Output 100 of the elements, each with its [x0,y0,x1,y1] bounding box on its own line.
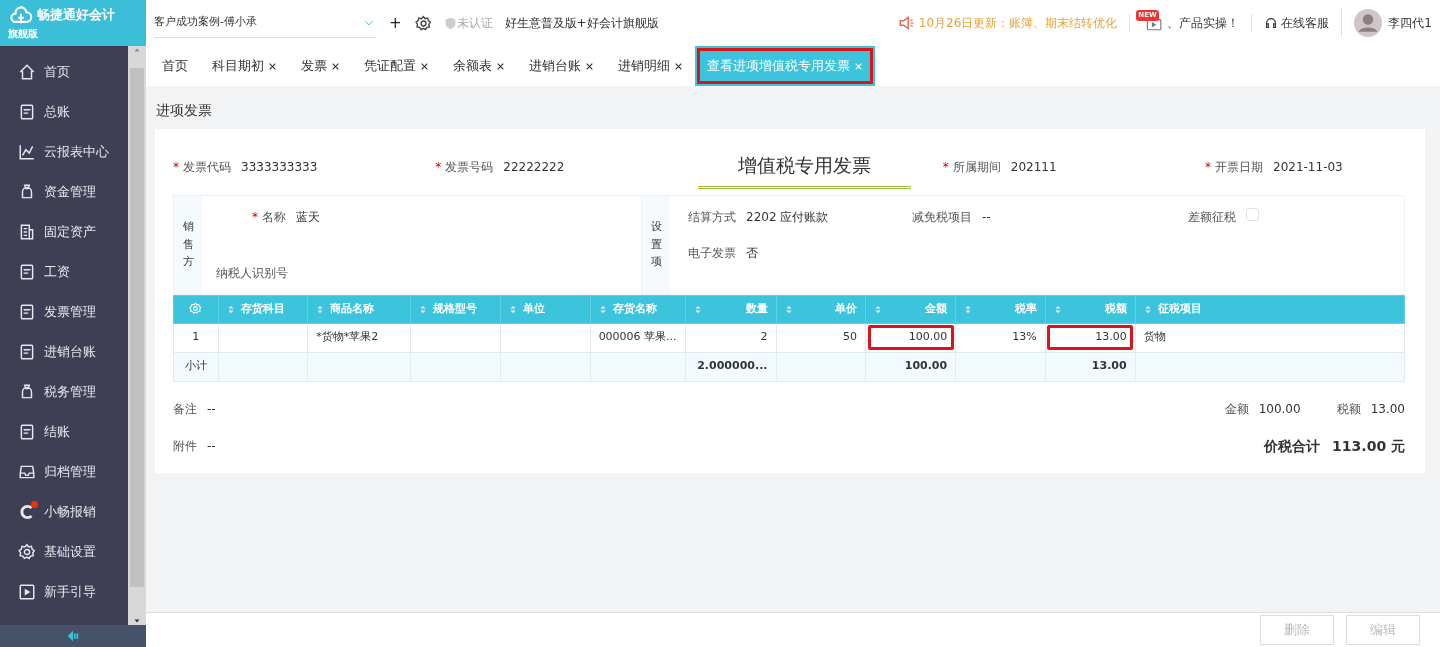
field-value: 2021-11-03 [1273,158,1343,176]
table-cell: 货物 [1135,323,1405,352]
field-label: 附件 [173,438,197,455]
cloud-logo-icon [8,4,34,26]
sort-icon[interactable] [964,303,973,315]
close-icon[interactable] [420,61,429,71]
field-value: 100.00 [1258,400,1301,418]
field-value: 3333333333 [241,158,318,176]
table-cell: *货物*苹果2 [307,323,411,352]
close-icon[interactable] [496,61,505,71]
building-icon [18,223,36,241]
table-cell: 13.00 [1091,359,1127,373]
table-cell: 1 [173,323,219,352]
document-icon [18,423,36,441]
chart-icon [18,143,36,161]
field-label: 纳税人识别号 [216,264,289,282]
home-icon [18,63,36,81]
sidebar-item[interactable]: 结账 [0,412,128,452]
scrollbar[interactable] [128,46,146,625]
field-value: 蓝天 [296,208,320,226]
sidebar-item[interactable]: 首页 [0,52,128,92]
table-cell: 100.00 [904,359,948,373]
sidebar-item[interactable]: 税务管理 [0,372,128,412]
video-icon [18,583,36,601]
field-label: 开票日期 [1215,158,1263,176]
field-value: 13.00 [1370,400,1405,418]
sort-icon[interactable] [316,303,325,315]
page-title: 进项发票 [155,101,213,120]
sort-icon[interactable] [1053,303,1062,315]
document-icon [18,263,36,281]
speaker-icon [897,14,916,32]
update-notice: 10月26日更新：账簿、期末结转优化 [918,15,1118,32]
sidebar-item[interactable]: 固定资产 [0,212,128,252]
tray-icon [18,463,36,481]
close-icon[interactable] [585,61,594,71]
verification-status: 未认证 [456,15,493,32]
required-mark: * [252,208,258,226]
field-label: 金额 [1224,400,1249,418]
field-label: 发票号码 [445,158,494,176]
support-link[interactable]: 在线客服 [1281,14,1330,32]
sidebar-item[interactable]: 资金管理 [0,172,128,212]
required-mark: * [1205,158,1211,176]
product-label: 好生意普及版+好会计旗舰版 [504,15,659,32]
sidebar-item[interactable]: 归档管理 [0,452,128,492]
sort-icon[interactable] [598,303,607,315]
field-value: 否 [746,244,758,262]
close-icon[interactable] [331,61,340,71]
field-label: 结算方式 [688,208,736,226]
required-mark: * [942,158,949,176]
collapse-icon [65,629,81,643]
field-label: 差额征税 [1188,208,1236,226]
sort-icon[interactable] [784,303,793,315]
table-cell: 000006 苹果... [590,323,686,352]
promo-link[interactable]: 、产品实操！ [1167,14,1240,32]
company-select[interactable]: 客户成功案例-傅小承 [154,8,376,38]
field-value: 2202 应付账款 [746,208,829,226]
document-icon [18,103,36,121]
sort-icon[interactable] [874,303,883,315]
user-name[interactable]: 李四代1 [1388,14,1432,32]
sidebar-item[interactable]: 云报表中心 [0,132,128,172]
sidebar-item[interactable]: 总账 [0,92,128,132]
required-mark: * [173,158,179,176]
settings-icon [18,543,36,561]
document-icon [18,343,36,361]
section-label: 设置项 [650,219,662,271]
headset-icon[interactable] [1264,16,1279,30]
field-label: 减免税项目 [912,208,972,226]
table-cell: 13% [955,323,1046,352]
sort-icon[interactable] [693,303,702,315]
sort-icon[interactable] [1143,303,1152,315]
invoice-title: 增值税专用发票 [697,145,911,189]
sidebar-item[interactable]: 发票管理 [0,292,128,332]
total-label: 价税合计 [1264,436,1321,456]
sort-icon[interactable] [509,303,518,315]
shield-icon [443,16,457,30]
close-icon[interactable] [268,61,277,71]
document-icon [18,303,36,321]
avatar-icon[interactable] [1354,9,1383,37]
settings-icon[interactable] [414,14,432,32]
sort-icon[interactable] [419,303,428,315]
sidebar-item[interactable]: 进销台账 [0,332,128,372]
field-label: 税额 [1336,400,1361,418]
checkbox[interactable] [1246,207,1259,221]
table-cell: 2.000000... [697,359,768,373]
required-mark: * [435,158,442,176]
sidebar-item[interactable]: 新手引导 [0,572,128,612]
sidebar-item[interactable]: 小畅报销 [0,492,128,532]
table-cell: 50 [776,323,866,352]
sidebar-item[interactable]: 工资 [0,252,128,292]
field-label: 名称 [262,208,286,226]
table-cell: 13.00 [1045,323,1136,352]
sort-icon[interactable] [226,303,235,315]
field-label: 备注 [173,400,197,418]
edition-label: 旗舰版 [8,27,38,41]
sidebar-item[interactable]: 基础设置 [0,532,128,572]
field-value: -- [982,208,991,226]
add-button[interactable]: + [388,14,403,32]
field-value: 202111 [1010,158,1057,176]
field-value: 22222222 [503,158,565,176]
close-icon[interactable] [674,61,683,71]
